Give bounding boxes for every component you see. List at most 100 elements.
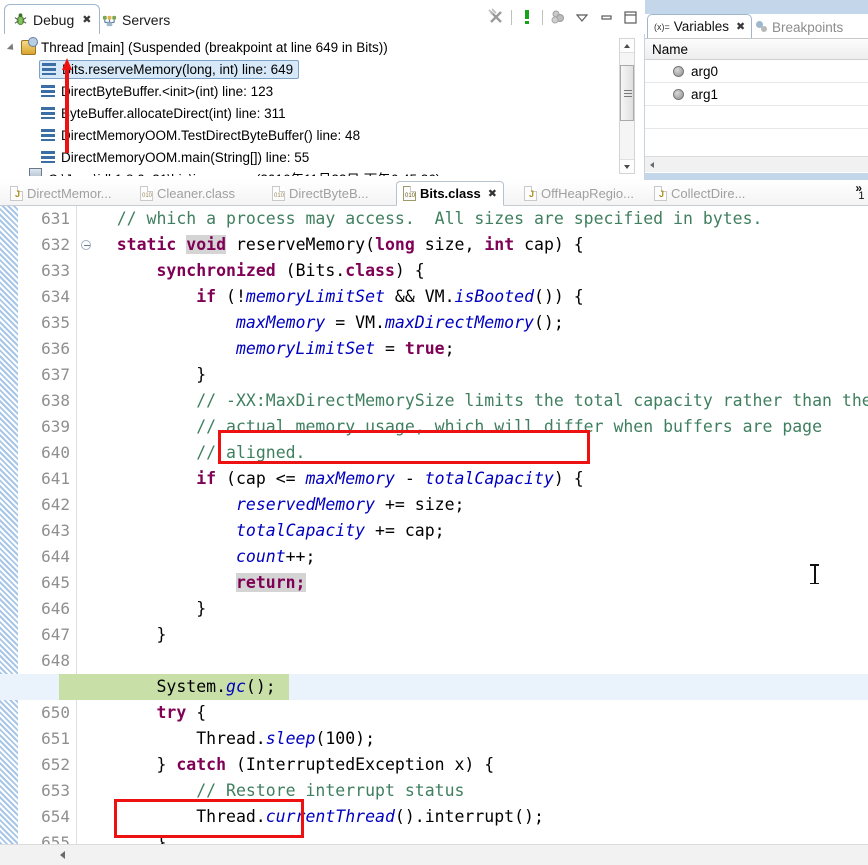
code-token: += size; [375, 495, 465, 514]
tree-row-frame[interactable]: DirectMemoryOOM.TestDirectByteBuffer() l… [5, 124, 605, 146]
code-line[interactable]: // -XX:MaxDirectMemorySize limits the to… [77, 388, 868, 414]
stack-frame-icon [41, 129, 55, 141]
variable-row[interactable]: arg1 [645, 83, 868, 106]
code-token: ) { [553, 469, 584, 488]
close-icon[interactable]: ✖ [82, 13, 91, 26]
editor-tab-overflow-chevron-icon[interactable]: » 1 [855, 181, 864, 202]
editor-horizontal-scrollbar[interactable] [0, 844, 868, 865]
editor-tab-offheapregion[interactable]: J OffHeapRegio... [518, 180, 640, 206]
line-number: 645 [41, 573, 70, 592]
tab-breakpoints[interactable]: Breakpoints [751, 16, 847, 38]
tab-variables[interactable]: (x)= Variables ✖ [647, 14, 753, 38]
code-line[interactable]: totalCapacity += cap; [77, 518, 445, 544]
variables-horizontal-scrollbar[interactable] [645, 156, 868, 172]
debug-stack-tree[interactable]: Thread [main] (Suspended (breakpoint at … [5, 36, 605, 176]
editor-tabbar: J DirectMemor... 010 Cleaner.class 010 D… [0, 180, 868, 206]
line-number: 637 [41, 365, 70, 384]
code-line[interactable]: // which a process may access. All sizes… [77, 206, 763, 232]
code-token: reservedMemory [235, 495, 376, 514]
code-token: sleep [265, 729, 316, 748]
code-text-area[interactable]: // which a process may access. All sizes… [77, 206, 868, 844]
code-line[interactable]: if (!memoryLimitSet && VM.isBooted()) { [77, 284, 584, 310]
code-line[interactable]: System.gc(); [77, 674, 276, 700]
maximize-icon[interactable] [621, 8, 639, 26]
scroll-left-arrow-icon[interactable] [60, 851, 65, 859]
debug-view-tabbar: Debug ✖ Servers [0, 0, 645, 34]
variable-icon [673, 65, 684, 77]
code-token: ()) { [534, 287, 584, 306]
tree-row-frame[interactable]: DirectByteBuffer.<init>(int) line: 123 [5, 80, 605, 102]
code-token: (); [533, 313, 564, 332]
code-line[interactable]: memoryLimitSet = true; [77, 336, 455, 362]
code-line[interactable]: return; [77, 570, 306, 596]
close-icon[interactable]: ✖ [736, 20, 745, 33]
debug-filter-icon[interactable] [549, 8, 567, 26]
code-token: (); [245, 677, 276, 696]
code-line[interactable]: Thread.sleep(100); [77, 726, 375, 752]
tree-row-frame-selected[interactable]: Bits.reserveMemory(long, int) line: 649 [5, 58, 605, 80]
view-menu-icon[interactable] [573, 8, 591, 26]
code-editor[interactable]: 631 632 633 634 635 636 637 638 639 640 641 642 643 6… [0, 206, 868, 844]
line-number: 654 [41, 807, 70, 826]
overflow-count: 1 [858, 190, 865, 202]
code-token: synchronized [156, 261, 276, 280]
variable-row[interactable]: arg0 [645, 60, 868, 83]
code-token: count [235, 547, 286, 566]
scroll-down-arrow-icon[interactable] [620, 159, 634, 173]
breakpoints-icon [755, 20, 768, 34]
close-icon[interactable]: ✖ [488, 187, 497, 200]
tab-servers[interactable]: Servers [96, 6, 176, 34]
debug-view-toolbar [487, 8, 639, 26]
code-token: } [77, 625, 167, 644]
marker-column[interactable] [0, 206, 18, 844]
code-line[interactable]: try { [77, 700, 206, 726]
editor-tab-directmemoryoom[interactable]: J DirectMemor... [4, 180, 118, 206]
tree-row-thread[interactable]: Thread [main] (Suspended (breakpoint at … [5, 36, 605, 58]
tab-variables-label: Variables [673, 19, 730, 34]
code-line[interactable]: maxMemory = VM.maxDirectMemory(); [77, 310, 564, 336]
debug-view-vertical-scrollbar[interactable] [619, 38, 635, 174]
code-token: = VM. [325, 313, 385, 332]
remove-all-terminated-icon[interactable] [487, 8, 505, 26]
stack-frame-label: DirectByteBuffer.<init>(int) line: 123 [61, 83, 274, 99]
code-line[interactable]: } [77, 362, 206, 388]
code-line[interactable]: reservedMemory += size; [77, 492, 464, 518]
class-file-icon: 010 [272, 185, 285, 201]
editor-tab-collectdirect[interactable]: J CollectDire... [648, 180, 751, 206]
line-number: 642 [41, 495, 70, 514]
servers-icon [102, 13, 117, 28]
variables-column-header[interactable]: Name [645, 38, 868, 60]
line-number: 643 [41, 521, 70, 540]
warning-icon[interactable] [518, 8, 536, 26]
code-token: (cap <= [216, 469, 306, 488]
scrollbar-thumb[interactable] [620, 65, 634, 121]
editor-tab-directbytebuffer[interactable]: 010 DirectByteB... [266, 180, 374, 206]
code-line[interactable]: count++; [77, 544, 315, 570]
code-line[interactable]: if (cap <= maxMemory - totalCapacity) { [77, 466, 584, 492]
stack-frame-icon [41, 85, 55, 97]
tab-debug[interactable]: Debug ✖ [4, 4, 101, 34]
editor-tab-bits[interactable]: 010 Bits.class ✖ [396, 181, 504, 206]
line-number: 650 [41, 703, 70, 722]
tab-servers-label: Servers [122, 12, 171, 28]
chevron-down-icon[interactable] [7, 41, 19, 53]
editor-tab-cleaner[interactable]: 010 Cleaner.class [134, 180, 241, 206]
code-token: } [77, 599, 207, 618]
tree-row-process[interactable]: C:\Java\jdk1.8.0_31\bin\javaw.exe (2016年… [5, 168, 605, 176]
editor-tab-label: Bits.class [420, 186, 481, 201]
code-line[interactable]: } [77, 596, 206, 622]
tree-row-frame[interactable]: DirectMemoryOOM.main(String[]) line: 55 [5, 146, 605, 168]
code-line[interactable]: } catch (InterruptedException x) { [77, 752, 494, 778]
code-line[interactable]: } [77, 622, 166, 648]
tab-debug-label: Debug [33, 11, 75, 28]
code-line[interactable]: static void reserveMemory(long size, int… [77, 232, 584, 258]
minimize-icon[interactable] [597, 8, 615, 26]
scroll-up-arrow-icon[interactable] [620, 39, 634, 53]
code-line[interactable]: synchronized (Bits.class) { [77, 258, 424, 284]
tree-row-frame[interactable]: ByteBuffer.allocateDirect(int) line: 311 [5, 102, 605, 124]
